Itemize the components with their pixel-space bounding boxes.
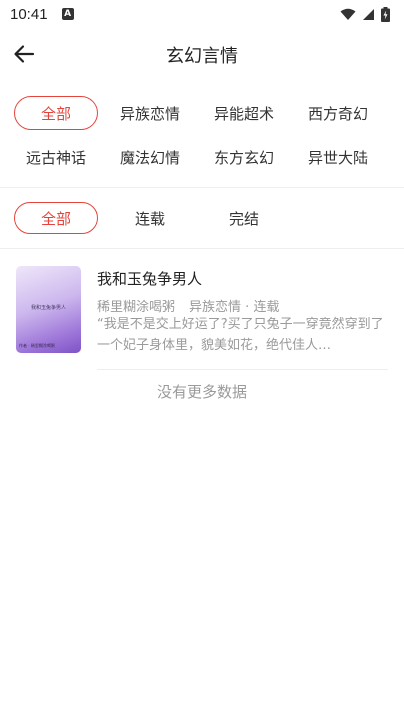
divider (0, 187, 404, 188)
book-category: 异族恋情 (189, 300, 242, 315)
book-status: 连载 (253, 300, 280, 315)
meta-separator: · (241, 300, 254, 315)
page-title: 玄幻言情 (166, 46, 238, 67)
category-superpower[interactable]: 异能超术 (202, 96, 286, 130)
divider (0, 248, 404, 249)
category-magic-romance[interactable]: 魔法幻情 (108, 140, 192, 174)
book-meta: 稀里糊涂喝粥 异族恋情 · 连载 (97, 296, 279, 315)
filter-completed[interactable]: 完结 (202, 202, 286, 234)
book-description: “我是不是交上好运了?买了只兔子一穿竟然穿到了一个妃子身体里，貌美如花，绝代佳人… (97, 317, 384, 353)
category-western-fantasy[interactable]: 西方奇幻 (296, 96, 380, 130)
category-eastern-fantasy[interactable]: 东方玄幻 (202, 140, 286, 174)
status-icons (340, 6, 390, 22)
signal-icon (363, 8, 374, 20)
book-title: 我和玉兔争男人 (97, 270, 203, 288)
cover-footer: 作者 · 稀里糊涂喝粥 (19, 343, 55, 348)
notification-icon: A (61, 8, 74, 20)
list-divider (97, 369, 388, 370)
wifi-icon (340, 8, 356, 20)
book-author: 稀里糊涂喝粥 (97, 300, 176, 315)
title-bar: 玄幻言情 (0, 28, 404, 80)
filter-ongoing[interactable]: 连载 (108, 202, 192, 234)
filter-all[interactable]: 全部 (14, 202, 98, 234)
no-more-data-text: 没有更多数据 (156, 383, 247, 401)
category-alien-romance[interactable]: 异族恋情 (108, 96, 192, 130)
cover-title: 我和玉兔争男人 (30, 305, 66, 311)
book-list-item[interactable]: 我和玉兔争男人 作者 · 稀里糊涂喝粥 我和玉兔争男人 稀里糊涂喝粥 异族恋情 ·… (16, 266, 388, 354)
book-cover: 我和玉兔争男人 作者 · 稀里糊涂喝粥 (16, 266, 81, 353)
category-other-world[interactable]: 异世大陆 (296, 140, 380, 174)
category-all[interactable]: 全部 (14, 96, 98, 130)
battery-icon (381, 6, 390, 22)
status-time: 10:41 (10, 5, 48, 23)
status-bar: 10:41 A (0, 0, 404, 28)
category-ancient-myth[interactable]: 远古神话 (14, 140, 98, 174)
